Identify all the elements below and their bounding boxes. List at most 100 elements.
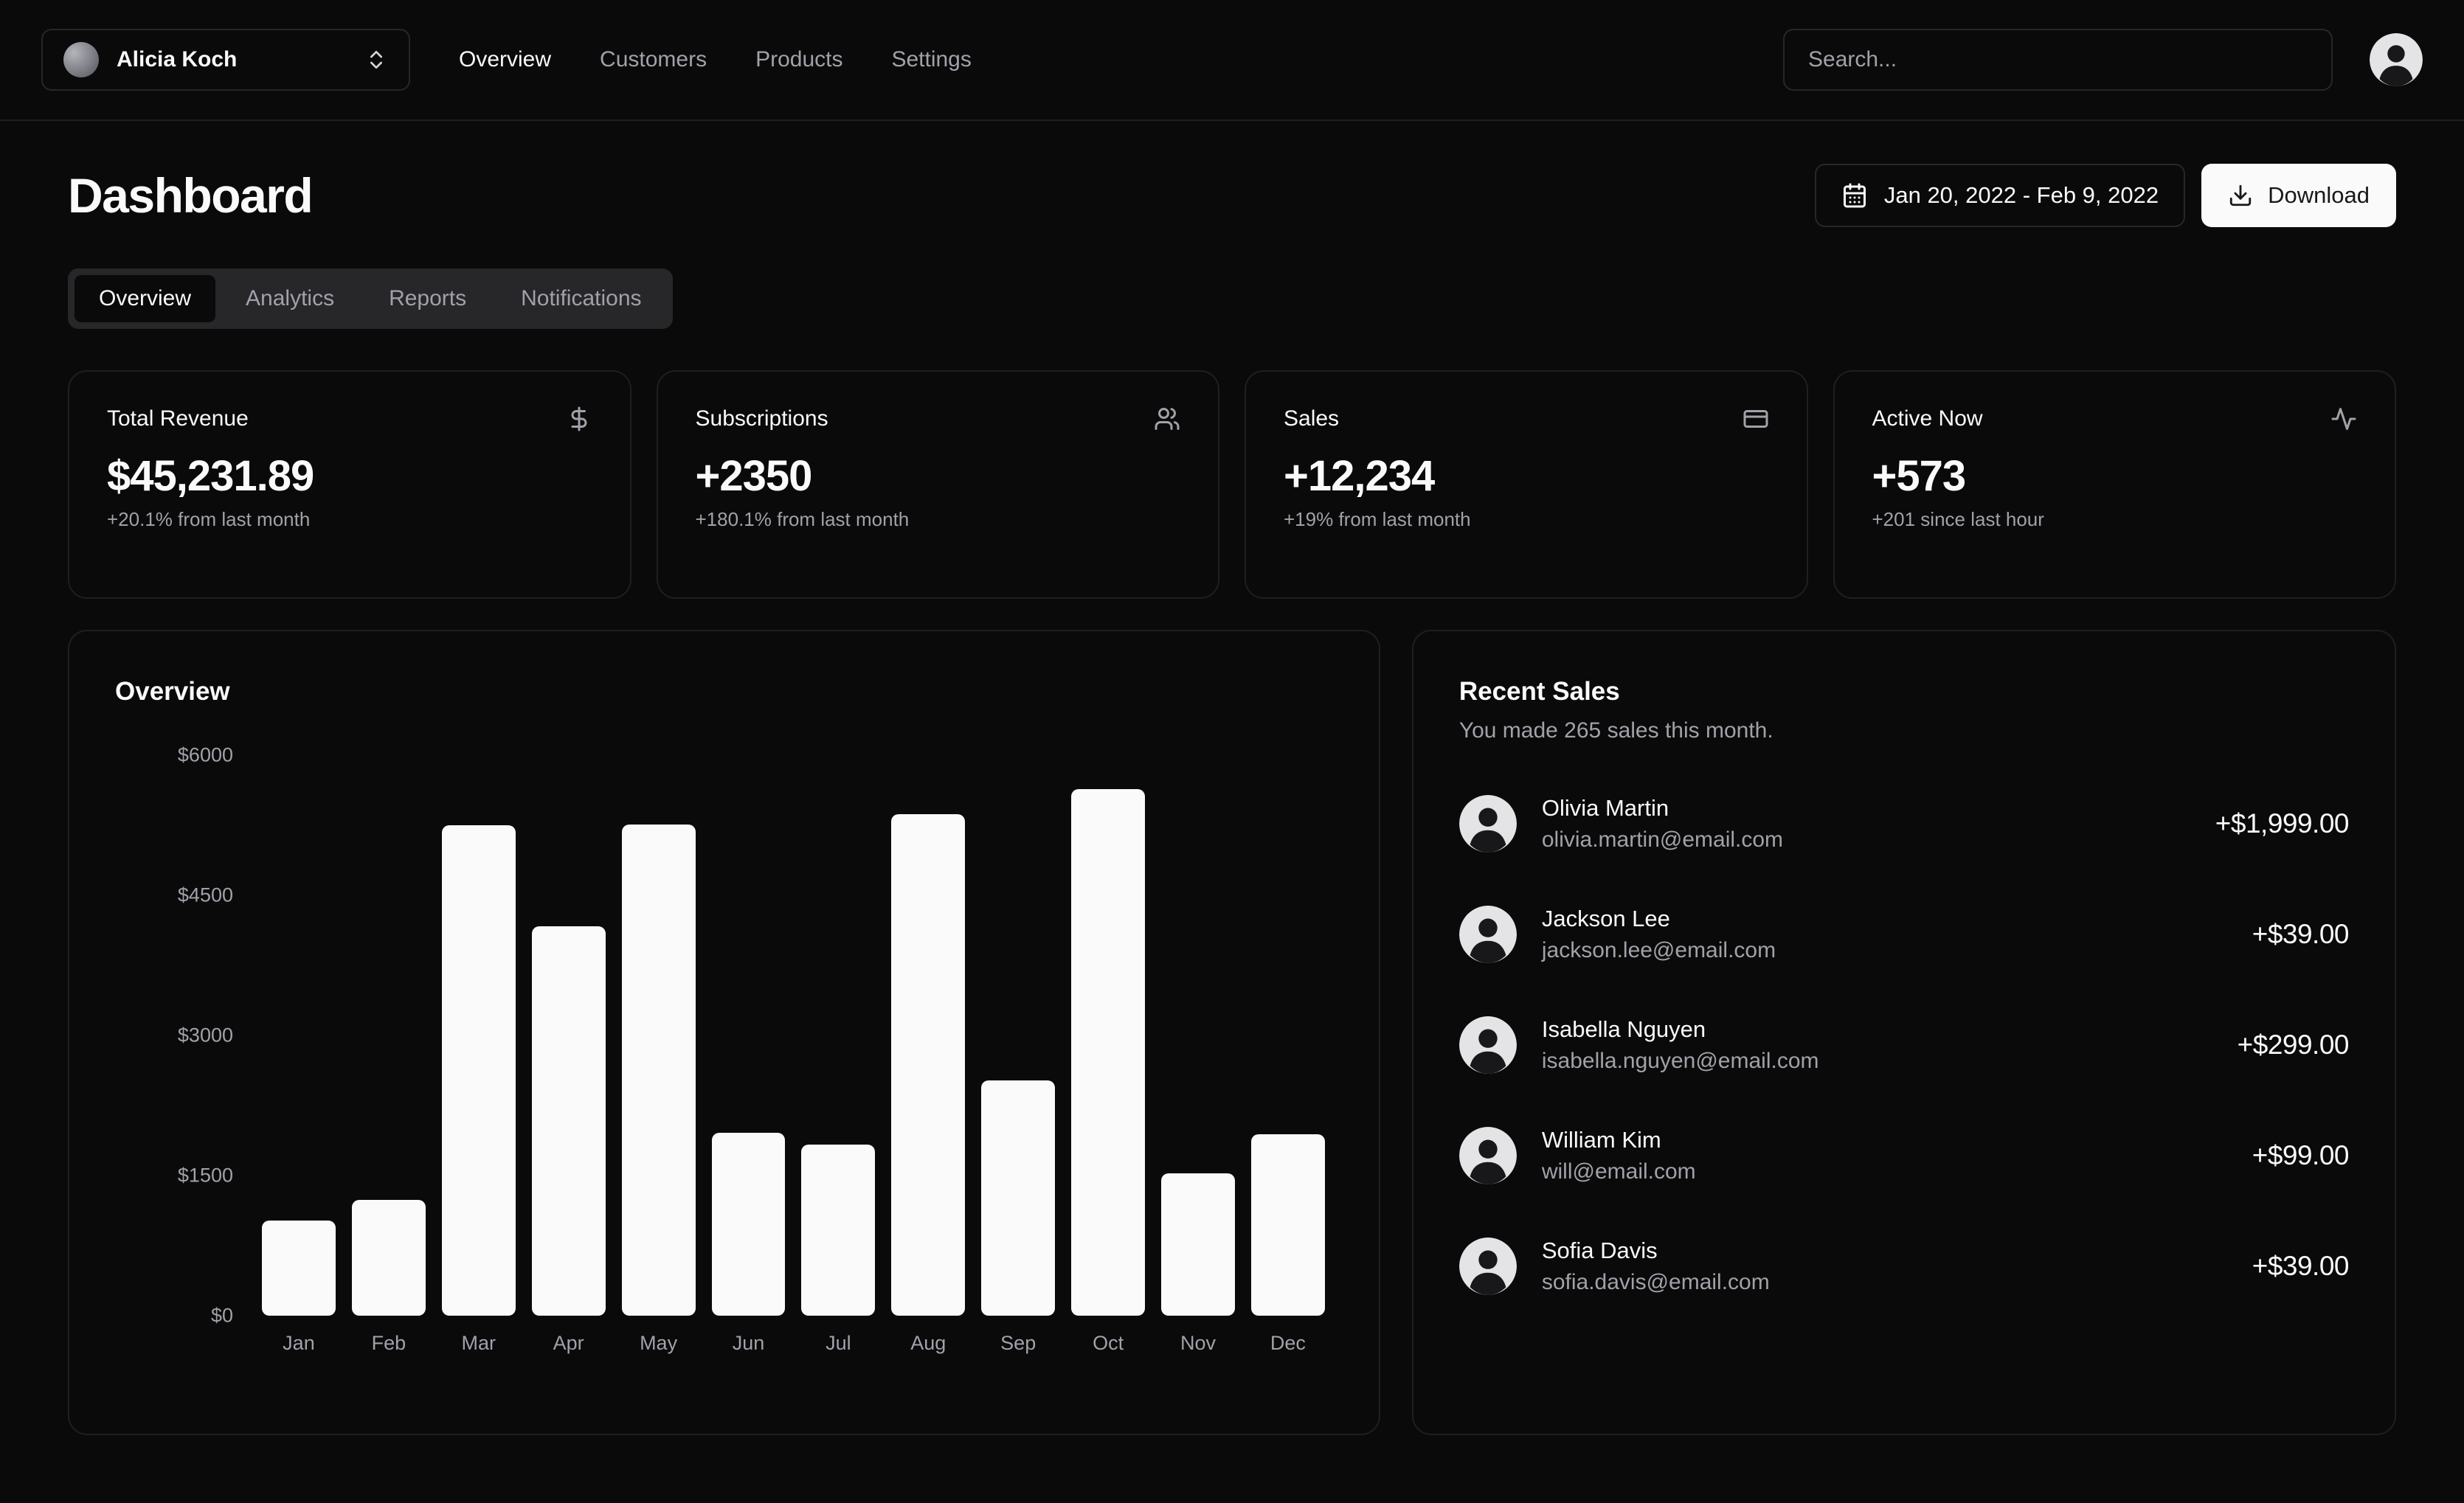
main-nav: Overview Customers Products Settings	[459, 47, 972, 72]
sale-row: William Kim will@email.com +$99.00	[1459, 1127, 2349, 1184]
customer-name: Isabella Nguyen	[1542, 1016, 1819, 1043]
x-tick: May	[614, 1332, 704, 1355]
chart-y-axis: $6000 $4500 $3000 $1500 $0	[115, 755, 233, 1316]
customer-avatar	[1459, 1016, 1517, 1074]
user-avatar-image	[2370, 33, 2423, 86]
recent-sales-title: Recent Sales	[1459, 677, 2349, 707]
stats-row: Total Revenue $45,231.89 +20.1% from las…	[68, 370, 2396, 599]
activity-icon	[2330, 406, 2357, 432]
team-switcher[interactable]: Alicia Koch	[41, 29, 410, 91]
sale-amount: +$39.00	[2252, 919, 2349, 950]
y-tick: $6000	[178, 744, 233, 767]
tab-analytics[interactable]: Analytics	[221, 275, 359, 322]
stat-title: Sales	[1284, 406, 1339, 431]
stat-change: +201 since last hour	[1872, 508, 2358, 531]
x-tick: Nov	[1153, 1332, 1243, 1355]
customer-email: olivia.martin@email.com	[1542, 827, 1783, 853]
nav-item-customers[interactable]: Customers	[600, 47, 707, 72]
customer-avatar	[1459, 906, 1517, 963]
date-range-label: Jan 20, 2022 - Feb 9, 2022	[1884, 182, 2159, 209]
x-tick: Jun	[704, 1332, 794, 1355]
stat-value: +573	[1872, 451, 2358, 501]
team-avatar	[63, 42, 99, 77]
customer-name: William Kim	[1542, 1127, 1696, 1153]
nav-item-products[interactable]: Products	[755, 47, 842, 72]
bar-jun	[712, 1133, 786, 1316]
bar-sep	[981, 1080, 1055, 1316]
dashboard-page: Dashboard Jan 20, 2022 - Feb 9, 2022 Dow…	[0, 121, 2464, 1435]
credit-card-icon	[1743, 406, 1769, 432]
stat-card-subscriptions: Subscriptions +2350 +180.1% from last mo…	[657, 370, 1220, 599]
sale-row: Sofia Davis sofia.davis@email.com +$39.0…	[1459, 1238, 2349, 1295]
stat-card-total-revenue: Total Revenue $45,231.89 +20.1% from las…	[68, 370, 631, 599]
team-name: Alicia Koch	[117, 47, 347, 72]
chevrons-up-down-icon	[364, 48, 388, 72]
customer-avatar	[1459, 795, 1517, 853]
customer-avatar	[1459, 1127, 1517, 1184]
stat-card-active-now: Active Now +573 +201 since last hour	[1833, 370, 2397, 599]
customer-avatar	[1459, 1238, 1517, 1295]
x-tick: Feb	[344, 1332, 434, 1355]
x-tick: Dec	[1243, 1332, 1333, 1355]
sale-amount: +$39.00	[2252, 1251, 2349, 1282]
customer-email: will@email.com	[1542, 1159, 1696, 1184]
bar-apr	[532, 926, 606, 1316]
bar-oct	[1071, 789, 1145, 1316]
stat-title: Total Revenue	[107, 406, 249, 431]
customer-name: Sofia Davis	[1542, 1238, 1770, 1264]
y-tick: $4500	[178, 884, 233, 907]
y-tick: $3000	[178, 1024, 233, 1047]
sale-row: Olivia Martin olivia.martin@email.com +$…	[1459, 795, 2349, 853]
download-button[interactable]: Download	[2201, 164, 2396, 227]
sale-amount: +$299.00	[2238, 1030, 2349, 1061]
recent-sales-card: Recent Sales You made 265 sales this mon…	[1412, 630, 2396, 1435]
bar-mar	[442, 825, 516, 1316]
x-tick: Jul	[793, 1332, 883, 1355]
stat-change: +180.1% from last month	[696, 508, 1181, 531]
sale-amount: +$1,999.00	[2215, 808, 2349, 839]
bar-dec	[1251, 1134, 1325, 1316]
overview-chart-card: Overview $6000 $4500 $3000 $1500 $0	[68, 630, 1380, 1435]
stat-title: Active Now	[1872, 406, 1983, 431]
users-icon	[1154, 406, 1180, 432]
nav-item-overview[interactable]: Overview	[459, 47, 551, 72]
page-title: Dashboard	[68, 167, 312, 223]
chart-bars	[254, 755, 1333, 1316]
customer-name: Olivia Martin	[1542, 795, 1783, 822]
x-tick: Apr	[524, 1332, 614, 1355]
stat-title: Subscriptions	[696, 406, 828, 431]
bar-aug	[891, 814, 965, 1316]
stat-change: +20.1% from last month	[107, 508, 592, 531]
sale-amount: +$99.00	[2252, 1140, 2349, 1171]
nav-item-settings[interactable]: Settings	[891, 47, 971, 72]
sale-row: Isabella Nguyen isabella.nguyen@email.co…	[1459, 1016, 2349, 1074]
x-tick: Aug	[883, 1332, 973, 1355]
tab-notifications[interactable]: Notifications	[496, 275, 665, 322]
dollar-sign-icon	[566, 406, 592, 432]
tab-overview[interactable]: Overview	[75, 275, 215, 322]
bar-feb	[352, 1200, 426, 1316]
chart-x-axis: Jan Feb Mar Apr May Jun Jul Aug Sep Oct …	[254, 1332, 1333, 1355]
download-label: Download	[2268, 182, 2370, 209]
date-range-picker[interactable]: Jan 20, 2022 - Feb 9, 2022	[1815, 164, 2185, 227]
stat-value: +12,234	[1284, 451, 1769, 501]
stat-change: +19% from last month	[1284, 508, 1769, 531]
tab-reports[interactable]: Reports	[364, 275, 491, 322]
search-input[interactable]	[1783, 29, 2333, 91]
chart-title: Overview	[115, 677, 1333, 707]
stat-value: +2350	[696, 451, 1181, 501]
user-avatar[interactable]	[2370, 33, 2423, 86]
x-tick: Sep	[973, 1332, 1063, 1355]
x-tick: Mar	[434, 1332, 524, 1355]
customer-name: Jackson Lee	[1542, 906, 1776, 932]
bar-may	[622, 825, 696, 1316]
bar-nov	[1161, 1173, 1235, 1316]
revenue-bar-chart: $6000 $4500 $3000 $1500 $0	[115, 755, 1333, 1388]
bar-jul	[801, 1145, 875, 1316]
top-nav: Alicia Koch Overview Customers Products …	[0, 0, 2464, 121]
stat-card-sales: Sales +12,234 +19% from last month	[1245, 370, 1808, 599]
stat-value: $45,231.89	[107, 451, 592, 501]
calendar-icon	[1841, 182, 1868, 209]
y-tick: $0	[211, 1305, 233, 1327]
x-tick: Oct	[1063, 1332, 1153, 1355]
